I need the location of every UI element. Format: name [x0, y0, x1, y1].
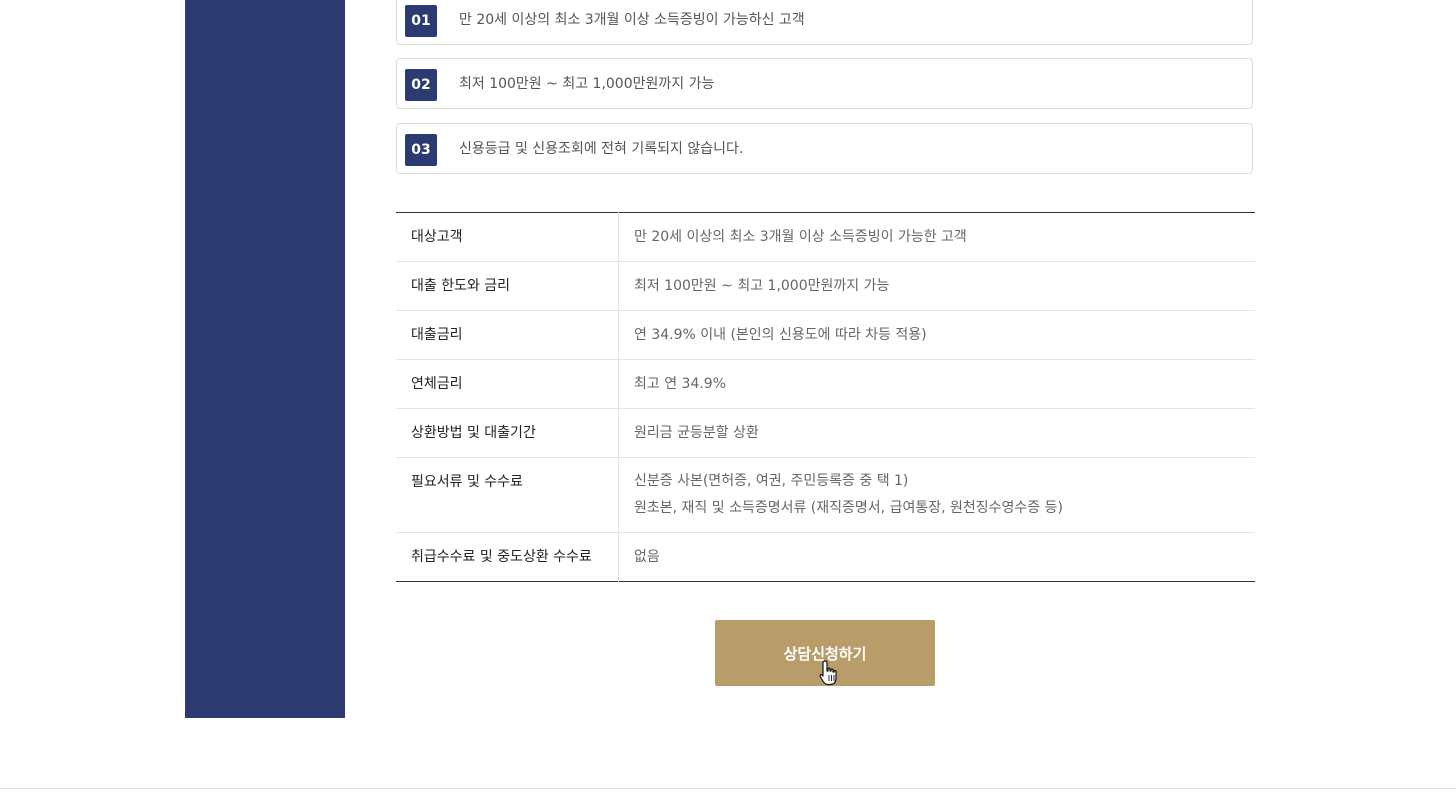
feature-item-2: 02 최저 100만원 ~ 최고 1,000만원까지 가능	[396, 58, 1253, 109]
row-label: 상환방법 및 대출기간	[411, 425, 536, 441]
row-label: 대상고객	[411, 229, 463, 245]
table-row: 연체금리 최고 연 34.9%	[396, 359, 1255, 409]
row-value: 연 34.9% 이내 (본인의 신용도에 따라 차등 적용)	[634, 327, 927, 343]
loan-info-table: 대상고객 만 20세 이상의 최소 3개월 이상 소득증빙이 가능한 고객 대출…	[396, 212, 1255, 582]
row-label: 대출 한도와 금리	[411, 278, 511, 294]
row-value: 원리금 균등분할 상환	[634, 425, 759, 441]
table-row: 대출 한도와 금리 최저 100만원 ~ 최고 1,000만원까지 가능	[396, 261, 1255, 311]
row-label: 필요서류 및 수수료	[411, 474, 523, 490]
row-label: 취급수수료 및 중도상환 수수료	[411, 549, 592, 565]
table-row: 대출금리 연 34.9% 이내 (본인의 신용도에 따라 차등 적용)	[396, 310, 1255, 360]
feature-item-3: 03 신용등급 및 신용조회에 전혀 기록되지 않습니다.	[396, 123, 1253, 174]
table-row: 대상고객 만 20세 이상의 최소 3개월 이상 소득증빙이 가능한 고객	[396, 212, 1255, 262]
feature-number-badge: 02	[405, 69, 437, 101]
row-value: 만 20세 이상의 최소 3개월 이상 소득증빙이 가능한 고객	[634, 229, 967, 245]
row-value: 최저 100만원 ~ 최고 1,000만원까지 가능	[634, 278, 890, 294]
consultation-request-button[interactable]: 상담신청하기	[715, 620, 935, 686]
footer-divider	[0, 788, 1456, 789]
feature-text: 최저 100만원 ~ 최고 1,000만원까지 가능	[459, 76, 715, 92]
row-value-secondary: 원초본, 재직 및 소득증명서류 (재직증명서, 급여통장, 원천징수영수증 등…	[634, 500, 1063, 516]
row-label: 연체금리	[411, 376, 463, 392]
feature-item-1: 01 만 20세 이상의 최소 3개월 이상 소득증빙이 가능하신 고객	[396, 0, 1253, 45]
row-value: 최고 연 34.9%	[634, 376, 727, 392]
feature-number-badge: 01	[405, 5, 437, 37]
row-value: 신분증 사본(면허증, 여권, 주민등록증 중 택 1)	[634, 473, 909, 489]
table-row: 필요서류 및 수수료 신분증 사본(면허증, 여권, 주민등록증 중 택 1) …	[396, 457, 1255, 533]
feature-text: 신용등급 및 신용조회에 전혀 기록되지 않습니다.	[459, 141, 744, 157]
row-label: 대출금리	[411, 327, 463, 343]
feature-number-badge: 03	[405, 134, 437, 166]
table-row: 상환방법 및 대출기간 원리금 균등분할 상환	[396, 408, 1255, 458]
row-value: 없음	[634, 549, 660, 565]
table-row: 취급수수료 및 중도상환 수수료 없음	[396, 532, 1255, 582]
feature-text: 만 20세 이상의 최소 3개월 이상 소득증빙이 가능하신 고객	[459, 12, 805, 28]
sidebar-panel	[185, 0, 345, 718]
